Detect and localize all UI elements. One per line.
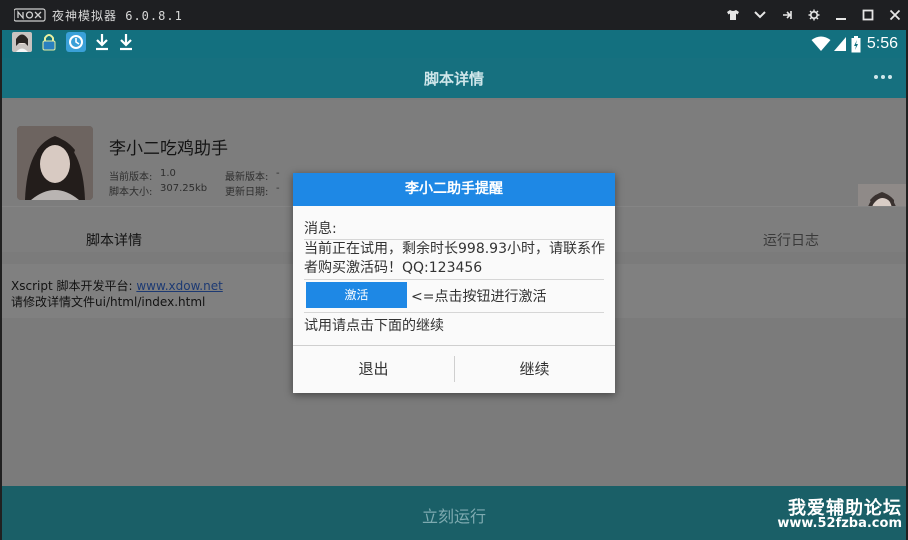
platform-prefix: Xscript 脚本开发平台: [11, 279, 133, 293]
reminder-dialog: 李小二助手提醒 消息: 当前正在试用，剩余时长998.93小时，请联系作者购买激… [293, 173, 615, 393]
current-version-label: 当前版本: [109, 172, 153, 183]
system-icons: 5:56 [811, 33, 898, 55]
gear-icon[interactable] [801, 0, 827, 30]
tab-run-log[interactable]: 运行日志 [763, 230, 819, 250]
edit-hint: 请修改详情文件ui/html/index.html [11, 295, 206, 309]
more-icon[interactable] [871, 75, 892, 79]
details-text: Xscript 脚本开发平台: www.xdow.net 请修改详情文件ui/h… [11, 278, 223, 310]
trial-hint: 试用请点击下面的继续 [304, 318, 444, 334]
tshirt-icon[interactable] [720, 0, 746, 30]
watermark-url: www.52fzba.com [777, 516, 902, 531]
minimize-icon[interactable] [828, 0, 854, 30]
latest-version-value: - [276, 168, 280, 179]
update-date-value: - [276, 183, 280, 194]
window-controls [719, 0, 908, 30]
nox-logo [14, 8, 46, 22]
run-now-button[interactable]: 立刻运行 [2, 486, 906, 540]
maximize-icon[interactable] [855, 0, 881, 30]
android-status-bar: 5:56 [2, 30, 906, 58]
dialog-body: 消息: 当前正在试用，剩余时长998.93小时，请联系作者购买激活码！QQ:12… [293, 206, 615, 346]
window-titlebar: 夜神模拟器 6.0.8.1 [0, 0, 908, 30]
latest-version-label: 最新版本: [225, 172, 269, 183]
exit-button[interactable]: 退出 [293, 346, 454, 393]
dialog-message: 当前正在试用，剩余时长998.93小时，请联系作者购买激活码！QQ:123456 [304, 241, 605, 276]
wifi-icon [811, 36, 831, 51]
continue-button[interactable]: 继续 [454, 346, 615, 393]
app-bar: 脚本详情 [2, 58, 906, 98]
tab-script-details[interactable]: 脚本详情 [86, 230, 142, 250]
run-now-label: 立刻运行 [421, 507, 486, 526]
notification-icons [12, 32, 142, 56]
app-icon [66, 32, 86, 56]
emulator-window: 夜神模拟器 6.0.8.1 5:56 脚本详情 李小二吃鸡助手 当前版本: 1.… [0, 0, 908, 540]
script-size-value: 307.25kb [160, 183, 208, 194]
signal-icon [833, 37, 846, 51]
download-icon [94, 33, 110, 55]
battery-icon [851, 35, 861, 52]
lock-icon [40, 32, 58, 56]
update-date-label: 更新日期: [225, 187, 269, 198]
avatar-icon [12, 32, 32, 56]
download-icon [118, 33, 134, 55]
window-title: 夜神模拟器 6.0.8.1 [52, 8, 183, 23]
activate-hint: <=点击按钮进行激活 [411, 289, 547, 305]
message-label: 消息: [304, 221, 337, 237]
script-name: 李小二吃鸡助手 [109, 139, 228, 159]
current-version-value: 1.0 [160, 168, 176, 179]
activate-button[interactable]: 激活 [306, 282, 407, 308]
platform-link[interactable]: www.xdow.net [136, 279, 222, 293]
script-size-label: 脚本大小: [109, 187, 153, 198]
clock: 5:56 [866, 35, 898, 52]
dialog-actions: 退出 继续 [293, 345, 615, 393]
divider [304, 312, 604, 313]
page-title: 脚本详情 [423, 70, 484, 88]
dialog-title: 李小二助手提醒 [293, 173, 615, 206]
script-avatar [17, 126, 93, 200]
pin-icon[interactable] [774, 0, 800, 30]
close-icon[interactable] [882, 0, 908, 30]
divider [304, 279, 604, 280]
chevron-down-icon[interactable] [747, 0, 773, 30]
